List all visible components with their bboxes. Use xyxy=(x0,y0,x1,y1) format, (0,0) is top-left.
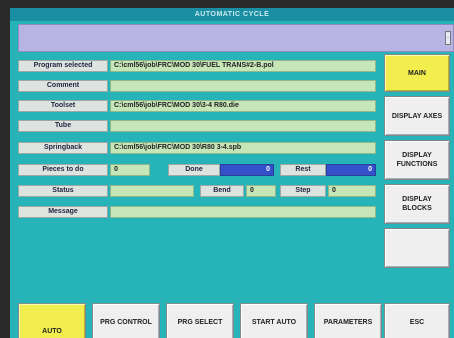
scroll-button[interactable]: · xyxy=(445,31,451,45)
bend-label: Bend xyxy=(200,185,244,197)
tube-label: Tube xyxy=(18,120,108,132)
comment-value xyxy=(110,80,376,92)
program-selected-value: C:\cml56\job\FRC\MOD 30\FUEL TRANS#2-B.p… xyxy=(110,60,376,72)
row-springback: Springback C:\cml56\job\FRC\MOD 30\R80 3… xyxy=(10,142,380,154)
pieces-to-do-value: 0 xyxy=(110,164,150,176)
main-button[interactable]: MAIN xyxy=(384,54,450,92)
esc-button[interactable]: ESC xyxy=(384,303,450,338)
row-status: Status Bend 0 Step 0 xyxy=(10,185,380,197)
step-value: 0 xyxy=(328,185,376,197)
done-label: Done xyxy=(168,164,220,176)
toolset-label: Toolset xyxy=(18,100,108,112)
prg-select-button[interactable]: PRG SELECT xyxy=(166,303,234,338)
status-value xyxy=(110,185,194,197)
row-message: Message xyxy=(10,206,380,218)
bend-value: 0 xyxy=(246,185,276,197)
hmi-screen: AUTOMATIC CYCLE · Program selected C:\cm… xyxy=(10,8,454,338)
auto-button[interactable]: AUTO xyxy=(18,303,86,338)
row-comment: Comment xyxy=(10,80,380,92)
row-tube: Tube xyxy=(10,120,380,132)
row-counters: Pieces to do 0 Done 0 Rest 0 xyxy=(10,164,380,176)
message-bar: · xyxy=(18,24,454,52)
display-blocks-button[interactable]: DISPLAY BLOCKS xyxy=(384,184,450,224)
toolset-value: C:\cml56\job\FRC\MOD 30\3-4 R80.die xyxy=(110,100,376,112)
rest-label: Rest xyxy=(280,164,326,176)
step-label: Step xyxy=(280,185,326,197)
message-value xyxy=(110,206,376,218)
springback-value: C:\cml56\job\FRC\MOD 30\R80 3-4.spb xyxy=(110,142,376,154)
start-auto-button[interactable]: START AUTO xyxy=(240,303,308,338)
status-label: Status xyxy=(18,185,108,197)
prg-control-button[interactable]: PRG CONTROL xyxy=(92,303,160,338)
springback-label: Springback xyxy=(18,142,108,154)
message-label: Message xyxy=(18,206,108,218)
row-program-selected: Program selected C:\cml56\job\FRC\MOD 30… xyxy=(10,60,380,72)
pieces-to-do-label: Pieces to do xyxy=(18,164,108,176)
blank-side-button[interactable] xyxy=(384,228,450,268)
display-functions-button[interactable]: DISPLAY FUNCTIONS xyxy=(384,140,450,180)
program-selected-label: Program selected xyxy=(18,60,108,72)
rest-value: 0 xyxy=(326,164,376,176)
done-value: 0 xyxy=(220,164,274,176)
window-title: AUTOMATIC CYCLE xyxy=(10,8,454,21)
display-axes-button[interactable]: DISPLAY AXES xyxy=(384,96,450,136)
tube-value xyxy=(110,120,376,132)
row-toolset: Toolset C:\cml56\job\FRC\MOD 30\3-4 R80.… xyxy=(10,100,380,112)
parameters-button[interactable]: PARAMETERS xyxy=(314,303,382,338)
comment-label: Comment xyxy=(18,80,108,92)
